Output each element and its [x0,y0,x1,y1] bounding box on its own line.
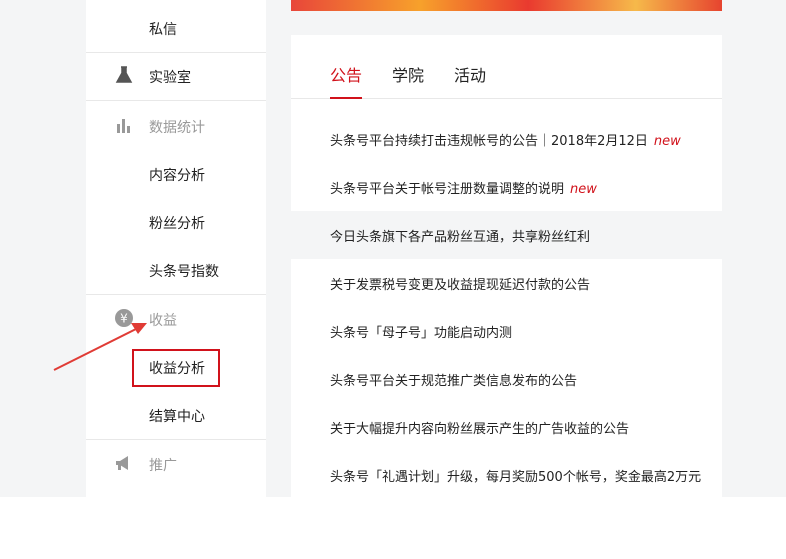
sidebar-item-label: 头条号指数 [149,264,219,280]
sidebar-item-label: 实验室 [149,70,191,86]
top-banner[interactable] [291,0,722,11]
sidebar-item-account-index[interactable]: 头条号指数 [86,246,266,294]
sidebar-section-promotion[interactable]: 推广 [86,440,266,488]
new-badge: new [570,182,597,197]
sidebar: 私信 实验室 数据统计 内容分析 粉丝分析 头条号指数 ¥ 收益 收益分析 结算… [86,0,266,497]
sidebar-item-settlement[interactable]: 结算中心 [86,391,266,439]
notice-item[interactable]: 头条号「礼遇计划」升级，每月奖励500个帐号，奖金最高2万元 [291,451,722,497]
sidebar-item-content-analysis[interactable]: 内容分析 [86,150,266,198]
tab-bar: 公告 学院 活动 [291,35,722,99]
sidebar-section-data-stats[interactable]: 数据统计 [86,102,266,150]
notice-item[interactable]: 头条号「母子号」功能启动内测 [291,307,722,355]
flask-icon [113,64,135,86]
sidebar-item-label: 结算中心 [149,409,205,425]
tab-announcements[interactable]: 公告 [330,62,362,86]
sidebar-item-lab[interactable]: 实验室 [86,52,266,100]
notice-title: 今日头条旗下各产品粉丝互通，共享粉丝红利 [330,230,591,245]
notice-title: 头条号平台关于规范推广类信息发布的公告 [330,374,578,389]
notice-title: 头条号「礼遇计划」升级，每月奖励500个帐号，奖金最高2万元 [330,470,702,485]
bar-chart-icon [113,114,135,136]
notice-title: 头条号「母子号」功能启动内测 [330,326,513,341]
sidebar-item-label: 内容分析 [149,168,205,184]
sidebar-item-fans-analysis[interactable]: 粉丝分析 [86,198,266,246]
sidebar-section-label: 数据统计 [149,120,205,136]
active-tab-indicator [330,97,362,99]
notice-item[interactable]: 关于大幅提升内容向粉丝展示产生的广告收益的公告 [291,403,722,451]
sidebar-item-label: 私信 [149,22,177,38]
notice-title: 关于发票税号变更及收益提现延迟付款的公告 [330,278,591,293]
tab-academy[interactable]: 学院 [392,62,424,86]
annotation-highlight-box [132,349,220,387]
divider [86,100,266,101]
notice-item[interactable]: 关于发票税号变更及收益提现延迟付款的公告 [291,259,722,307]
notice-item[interactable]: 头条号平台持续打击违规帐号的公告｜2018年2月12日 new [291,115,722,163]
sidebar-item-label: 粉丝分析 [149,216,205,232]
svg-text:¥: ¥ [120,312,128,326]
yen-coin-icon: ¥ [113,307,135,329]
notice-title: 关于大幅提升内容向粉丝展示产生的广告收益的公告 [330,422,630,437]
new-badge: new [653,134,681,149]
notice-item[interactable]: 头条号平台关于规范推广类信息发布的公告 [291,355,722,403]
notice-item[interactable]: 头条号平台关于帐号注册数量调整的说明 new [291,163,722,211]
sidebar-item-messages[interactable]: 私信 [86,4,266,52]
sidebar-section-revenue[interactable]: ¥ 收益 [86,295,266,343]
notice-title: 头条号平台关于帐号注册数量调整的说明 [330,182,565,197]
notice-panel: 公告 学院 活动 头条号平台持续打击违规帐号的公告｜2018年2月12日 new … [291,35,722,497]
notice-item[interactable]: 今日头条旗下各产品粉丝互通，共享粉丝红利 [291,211,722,259]
sidebar-section-label: 收益 [149,313,177,329]
megaphone-icon [113,452,135,474]
notice-title: 头条号平台持续打击违规帐号的公告｜2018年2月12日 [330,134,648,149]
tab-activities[interactable]: 活动 [454,62,486,86]
sidebar-section-label: 推广 [149,458,177,474]
